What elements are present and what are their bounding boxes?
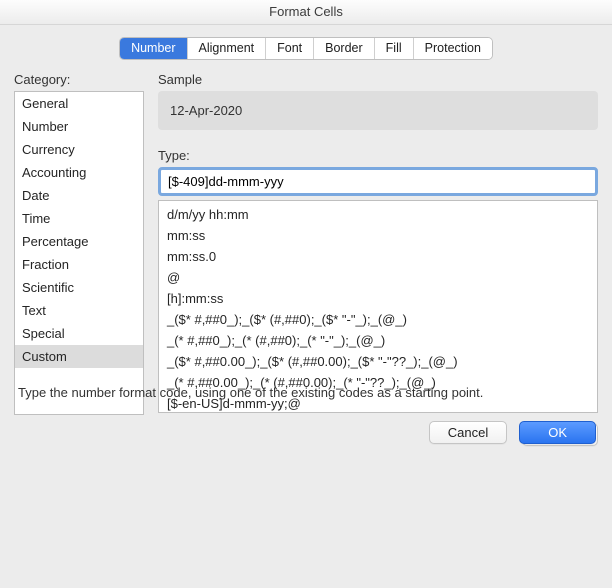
format-item[interactable]: _($* #,##0_);_($* (#,##0);_($* "-"_);_(@… [159, 309, 597, 330]
tab-alignment[interactable]: Alignment [188, 38, 267, 59]
category-item-scientific[interactable]: Scientific [15, 276, 143, 299]
type-input-wrap [158, 167, 598, 196]
category-item-custom[interactable]: Custom [15, 345, 143, 368]
category-item-currency[interactable]: Currency [15, 138, 143, 161]
category-list[interactable]: GeneralNumberCurrencyAccountingDateTimeP… [14, 91, 144, 415]
category-item-special[interactable]: Special [15, 322, 143, 345]
category-label: Category: [14, 72, 144, 87]
tab-font[interactable]: Font [266, 38, 314, 59]
tab-border[interactable]: Border [314, 38, 375, 59]
tab-protection[interactable]: Protection [414, 38, 492, 59]
category-item-text[interactable]: Text [15, 299, 143, 322]
sample-value: 12-Apr-2020 [170, 103, 242, 118]
tab-number[interactable]: Number [120, 38, 187, 59]
category-item-accounting[interactable]: Accounting [15, 161, 143, 184]
category-item-percentage[interactable]: Percentage [15, 230, 143, 253]
format-item[interactable]: mm:ss.0 [159, 246, 597, 267]
category-item-general[interactable]: General [15, 92, 143, 115]
format-item[interactable]: _($* #,##0.00_);_($* (#,##0.00);_($* "-"… [159, 351, 597, 372]
category-item-fraction[interactable]: Fraction [15, 253, 143, 276]
tab-fill[interactable]: Fill [375, 38, 414, 59]
format-item[interactable]: d/m/yy hh:mm [159, 204, 597, 225]
format-item[interactable]: @ [159, 267, 597, 288]
type-label: Type: [158, 148, 598, 163]
sample-box: 12-Apr-2020 [158, 91, 598, 130]
category-item-date[interactable]: Date [15, 184, 143, 207]
format-code-list[interactable]: d/m/yy hh:mmmm:ssmm:ss.0@[h]:mm:ss_($* #… [158, 200, 598, 413]
window-title: Format Cells [0, 0, 612, 25]
sample-label: Sample [158, 72, 598, 87]
format-item[interactable]: mm:ss [159, 225, 597, 246]
hint-text: Type the number format code, using one o… [18, 385, 594, 400]
cancel-button[interactable]: Cancel [429, 421, 507, 444]
category-item-time[interactable]: Time [15, 207, 143, 230]
format-item[interactable]: _(* #,##0_);_(* (#,##0);_(* "-"_);_(@_) [159, 330, 597, 351]
ok-button[interactable]: OK [519, 421, 596, 444]
category-item-number[interactable]: Number [15, 115, 143, 138]
type-input[interactable] [162, 171, 594, 192]
tab-bar: NumberAlignmentFontBorderFillProtection [14, 37, 598, 60]
format-item[interactable]: [h]:mm:ss [159, 288, 597, 309]
